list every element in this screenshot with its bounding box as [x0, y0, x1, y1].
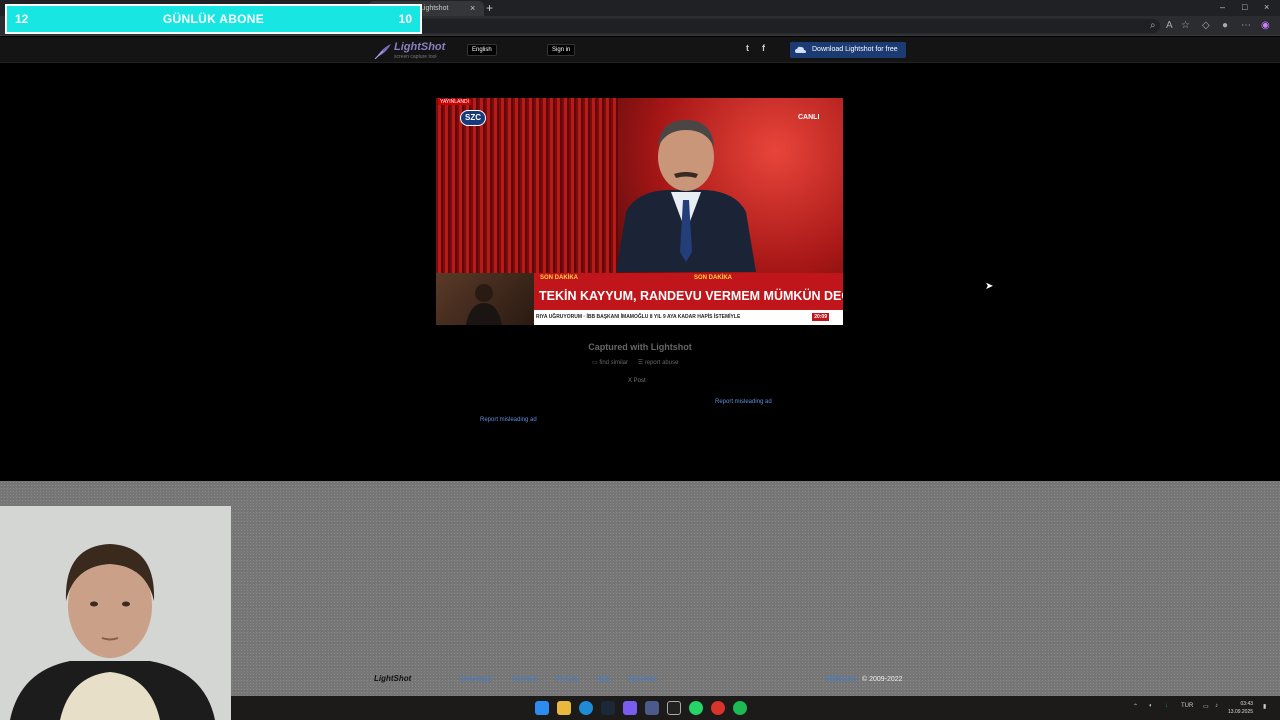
footer-link-tutorials[interactable]: Tutorials — [511, 676, 538, 683]
file-explorer-icon[interactable] — [557, 701, 571, 715]
chrome-icon[interactable] — [711, 701, 725, 715]
tab-close-icon[interactable]: × — [470, 3, 475, 13]
language-select[interactable]: English — [467, 44, 497, 56]
clock-time: 03:43 — [1240, 701, 1254, 707]
screen: Lightshot × + – □ × ⌕ A ☆ ◇ ● ⋯ ◉ 12 GÜN… — [0, 0, 1280, 720]
presenter-figure — [616, 120, 756, 272]
overlay-title: GÜNLÜK ABONE — [162, 12, 265, 26]
report-ad-link-2[interactable]: Report misleading ad — [480, 417, 537, 423]
spotify-icon[interactable] — [733, 701, 747, 715]
footer-link-advertise[interactable]: Advertise — [628, 676, 657, 683]
tray-app-icon[interactable]: ◐ — [1149, 703, 1153, 709]
taskbar: ⌃ ◐ ↓ TUR ▭ ♪ ▮ — [231, 696, 1280, 720]
steam-icon[interactable] — [601, 701, 615, 715]
crawl-time: 20:09 — [812, 313, 829, 321]
profile-icon[interactable]: ● — [1222, 20, 1228, 31]
more-menu-icon[interactable]: ⋯ — [1241, 20, 1251, 31]
channel-logo: SZC — [460, 110, 486, 126]
minimize-icon[interactable]: – — [1220, 2, 1225, 12]
crawl-text: RIYA UĞRUYORUM · İBB BAŞKANI İMAMOĞLU 8 … — [536, 314, 741, 320]
report-ad-link[interactable]: Report misleading ad — [715, 399, 772, 405]
footer-company-link[interactable]: Skillbrains — [825, 676, 857, 683]
footer-link-help[interactable]: Help — [596, 676, 610, 683]
copilot-icon[interactable]: ◉ — [1261, 20, 1270, 31]
clock-date: 13.09.2025 — [1228, 709, 1254, 715]
edge-icon[interactable] — [579, 701, 593, 715]
discord-icon[interactable] — [623, 701, 637, 715]
tray-download-icon[interactable]: ↓ — [1165, 703, 1168, 709]
report-abuse-link[interactable]: ☰ report abuse — [638, 360, 683, 366]
taskbar-clock[interactable]: 03:43 13.09.2025 — [1228, 700, 1253, 716]
favorite-star-icon[interactable]: ☆ — [1181, 20, 1190, 31]
language-indicator[interactable]: TUR — [1181, 703, 1193, 709]
footer-logo[interactable]: LightShot — [374, 674, 411, 683]
tray-chevron-icon[interactable]: ⌃ — [1133, 703, 1138, 710]
footer-copyright: © 2009-2022 — [862, 676, 903, 683]
zoom-icon[interactable]: ⌕ — [1150, 20, 1156, 31]
extensions-icon[interactable]: ◇ — [1202, 20, 1210, 31]
download-button[interactable]: Download Lightshot for free — [790, 42, 906, 58]
corner-tag: YAYINLANDI — [438, 99, 471, 105]
find-similar-link[interactable]: ▭ find similar — [592, 360, 632, 366]
read-aloud-icon[interactable]: A — [1166, 20, 1173, 31]
news-crawl: RIYA UĞRUYORUM · İBB BAŞKANI İMAMOĞLU 8 … — [534, 310, 843, 325]
x-post-button[interactable]: X Post — [628, 378, 646, 384]
live-badge: CANLI — [798, 114, 820, 121]
logo-text: LightShot — [394, 41, 446, 53]
footer-link-download[interactable]: Download — [460, 676, 491, 683]
logo-subtitle: screen capture tool — [394, 54, 437, 60]
inset-video — [436, 273, 534, 325]
app-icon[interactable] — [645, 701, 659, 715]
footer-link-privacy[interactable]: Privacy — [556, 676, 579, 683]
image-actions: ▭ find similar ☰ report abuse — [592, 359, 686, 366]
feather-icon — [374, 44, 391, 59]
signin-button[interactable]: Sign in — [547, 44, 576, 56]
download-label: Download Lightshot for free — [812, 46, 898, 53]
report-abuse-label: report abuse — [644, 360, 679, 366]
news-headline: TEKİN KAYYUM, RANDEVU VERMEM MÜMKÜN DEĞİ… — [534, 285, 843, 310]
notification-icon[interactable]: ▮ — [1263, 703, 1266, 710]
volume-icon[interactable]: ♪ — [1215, 703, 1218, 709]
start-icon[interactable] — [535, 701, 549, 715]
subscriber-overlay: 12 GÜNLÜK ABONE 10 — [5, 4, 422, 34]
webcam-person — [0, 506, 231, 720]
network-icon[interactable]: ▭ — [1203, 703, 1209, 710]
new-tab-icon[interactable]: + — [486, 1, 493, 15]
site-header: LightShot screen capture tool English Si… — [0, 37, 1280, 63]
tab-title: Lightshot — [420, 5, 449, 12]
screenshot-image: YAYINLANDI SZC CANLI SON DAKİKA SON DAKİ… — [436, 98, 843, 325]
find-similar-label: find similar — [599, 360, 629, 366]
overlay-right-count: 10 — [398, 12, 412, 26]
whatsapp-icon[interactable] — [689, 701, 703, 715]
breaking-band: SON DAKİKA SON DAKİKA — [534, 273, 843, 285]
mouse-cursor-icon: ➤ — [985, 281, 994, 292]
maximize-icon[interactable]: □ — [1242, 2, 1247, 12]
cloud-download-icon — [795, 46, 806, 53]
son-dakika-label: SON DAKİKA — [540, 275, 579, 281]
captured-caption: Captured with Lightshot — [588, 342, 692, 352]
inset-person — [466, 284, 502, 325]
terminal-icon[interactable] — [667, 701, 681, 715]
webcam-overlay — [0, 506, 231, 720]
son-dakika-label-2: SON DAKİKA — [694, 275, 733, 281]
twitter-icon[interactable]: t — [746, 43, 749, 53]
close-window-icon[interactable]: × — [1264, 2, 1269, 12]
facebook-icon[interactable]: f — [762, 43, 765, 53]
